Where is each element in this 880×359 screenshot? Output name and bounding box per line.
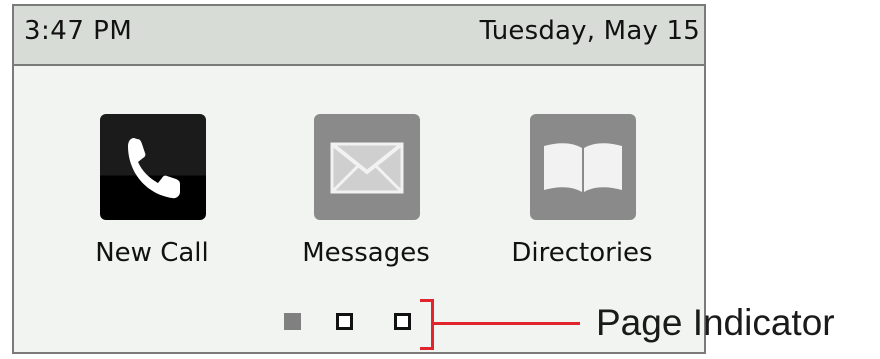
callout-label: Page Indicator [596, 302, 835, 343]
app-label: Messages [302, 238, 430, 268]
app-messages[interactable]: Messages [276, 114, 456, 284]
callout-line [434, 322, 580, 325]
callout-bracket [420, 299, 434, 350]
status-bar: 3:47 PM Tuesday, May 15 [14, 6, 704, 66]
phone-handset-icon [100, 114, 206, 220]
app-label: New Call [95, 238, 209, 268]
page-indicator-dot[interactable] [336, 313, 353, 330]
app-directories[interactable]: Directories [492, 114, 672, 284]
page-indicator-dot[interactable] [394, 313, 411, 330]
page-indicator-dot-active[interactable] [284, 313, 301, 330]
status-time: 3:47 PM [24, 16, 133, 46]
status-date: Tuesday, May 15 [479, 16, 700, 46]
envelope-icon [314, 114, 420, 220]
app-label: Directories [511, 238, 653, 268]
app-new-call[interactable]: New Call [62, 114, 242, 284]
open-book-icon [530, 114, 636, 220]
